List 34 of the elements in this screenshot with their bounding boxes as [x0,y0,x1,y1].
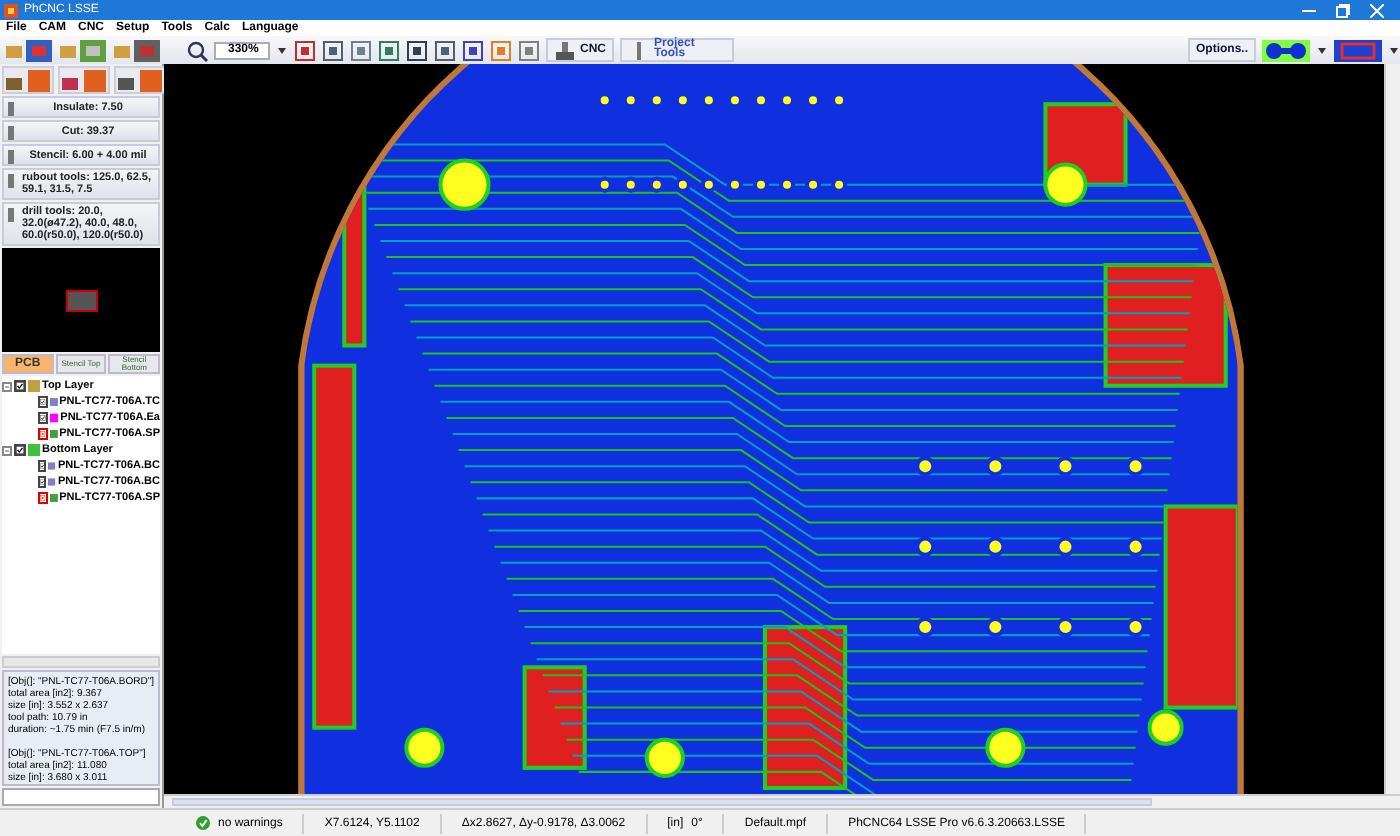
checkbox[interactable] [14,380,26,392]
close-icon[interactable] [1370,3,1384,17]
file-icon[interactable] [49,428,58,440]
checkbox[interactable] [38,428,48,440]
check-shield-icon [196,816,210,830]
file-icon[interactable] [49,492,58,504]
collapse-icon[interactable] [2,445,12,455]
view-tool-icon[interactable] [378,39,400,61]
checkbox[interactable] [38,492,48,504]
machine-icon[interactable] [554,39,576,61]
checkbox[interactable] [38,460,47,472]
view-tool-icon[interactable] [434,39,456,61]
view-tool-icon[interactable] [406,39,428,61]
restore-icon[interactable] [1336,3,1350,17]
checkbox[interactable] [38,412,48,424]
board-icon[interactable] [6,39,54,61]
board-icon[interactable] [114,39,162,61]
file-icon[interactable] [48,460,56,472]
input-field[interactable] [2,788,160,806]
horizontal-scrollbar[interactable] [2,656,160,668]
viewport-frame [65,289,97,311]
collapse-icon[interactable] [2,381,12,391]
view-tool-icon[interactable] [462,39,484,61]
checkbox[interactable] [38,476,47,488]
view-tool-icon[interactable] [294,39,316,61]
view-tool-icon[interactable] [322,39,344,61]
horizontal-scrollbar[interactable] [164,794,1400,808]
checkbox[interactable] [14,444,26,456]
checkbox[interactable] [38,396,48,408]
app-icon [4,3,18,17]
file-icon[interactable] [48,476,56,488]
board-colors-icon[interactable] [1334,39,1382,61]
file-icon[interactable] [49,396,58,408]
zoom-icon[interactable] [186,39,208,61]
